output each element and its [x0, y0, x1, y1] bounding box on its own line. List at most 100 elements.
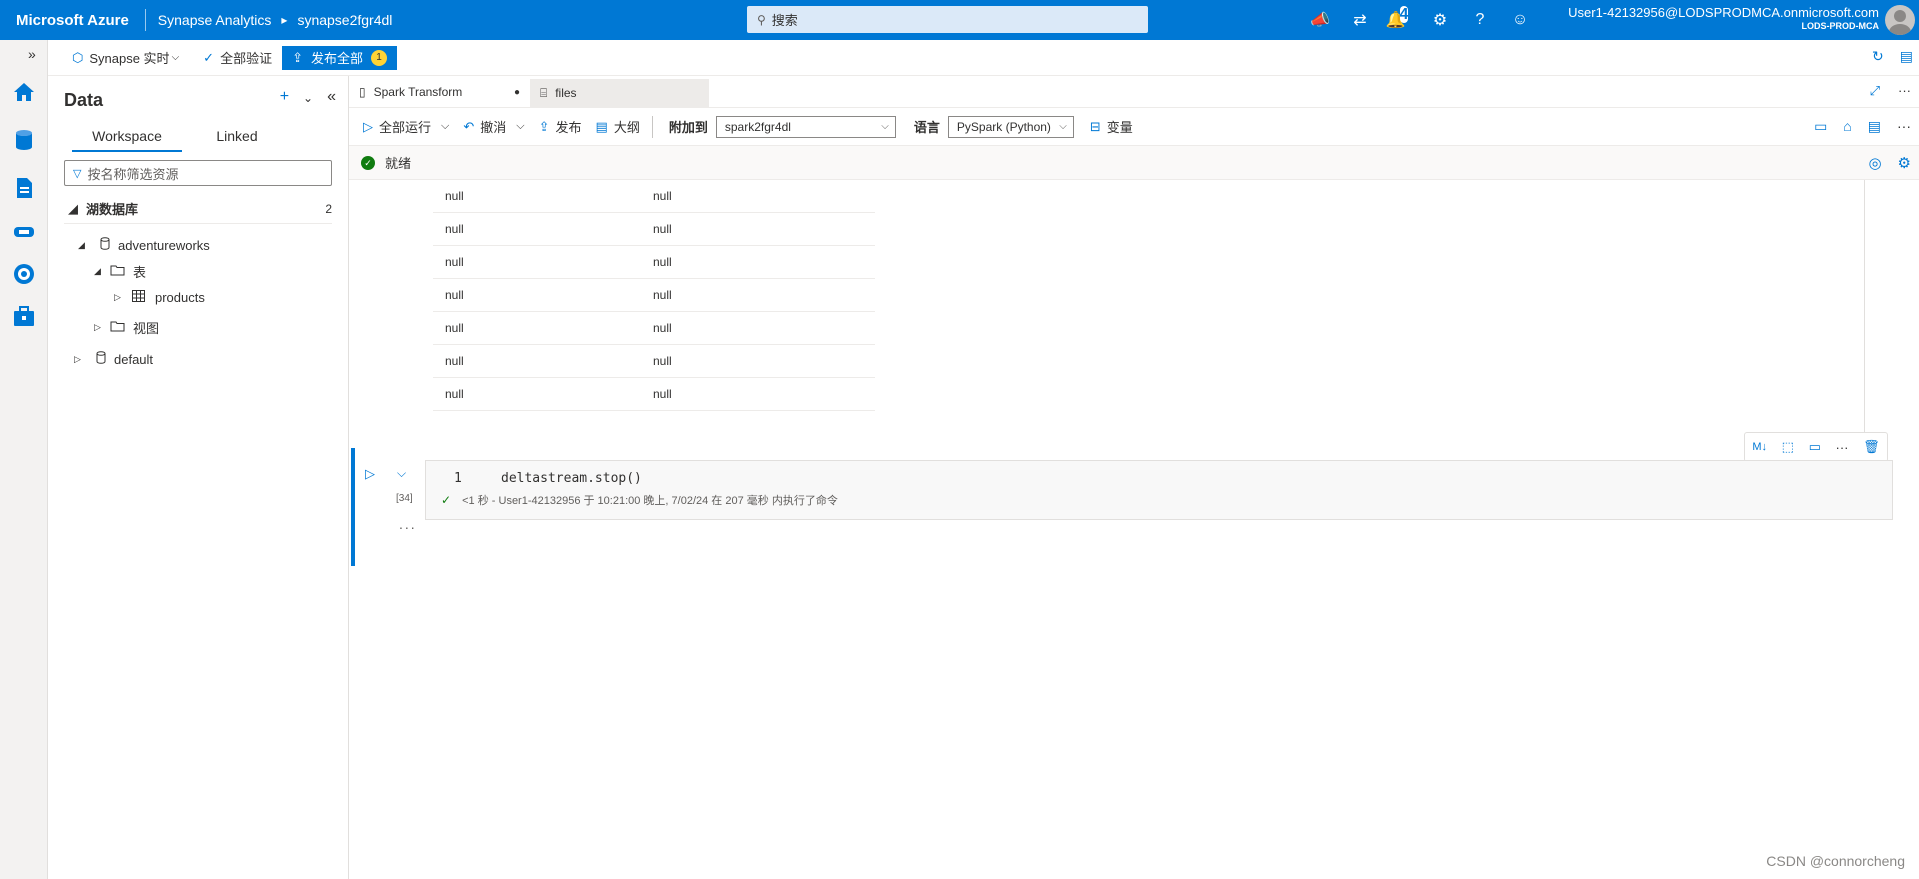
feedback-icon[interactable]: ☺: [1500, 11, 1540, 29]
manage-hub-icon[interactable]: [12, 304, 36, 328]
more-icon[interactable]: ···: [1898, 83, 1911, 99]
undo-label: 撤消: [480, 120, 507, 135]
notebook-toolbar: ▷ 全部运行 ⌵ ↶ 撤消 ⌵ ⇪ 发布 ▤ 大纲 附加到 spark2fgr4…: [349, 108, 1919, 146]
section-count: 2: [325, 201, 332, 216]
monitor-hub-icon[interactable]: [12, 262, 36, 286]
tab-files[interactable]: ⌸ files: [530, 79, 709, 107]
table-cell: null: [445, 321, 464, 335]
user-account[interactable]: User1-42132956@LODSPRODMCA.onmicrosoft.c…: [1568, 5, 1879, 31]
database-icon: [100, 237, 110, 253]
lake-database-section[interactable]: ◢ 湖数据库 2: [64, 194, 332, 224]
publish-button[interactable]: ⇪ 发布: [539, 117, 582, 136]
variables-button[interactable]: ⊟ 变量: [1090, 117, 1133, 136]
brand[interactable]: Microsoft Azure: [0, 12, 145, 29]
home-icon[interactable]: [12, 80, 36, 104]
directory-switch-icon[interactable]: ⇄: [1340, 10, 1380, 30]
properties-icon[interactable]: ▤: [1868, 118, 1881, 135]
expand-rail-icon[interactable]: »: [28, 46, 36, 62]
develop-hub-icon[interactable]: [12, 176, 36, 200]
search-input[interactable]: ⚲ 搜索: [747, 6, 1148, 33]
unsaved-dot-icon: ●: [513, 86, 520, 98]
tree-item-adventureworks[interactable]: ◢ adventureworks: [78, 232, 210, 258]
undo-options-chevron[interactable]: ⌵: [516, 120, 524, 133]
output-ellipsis[interactable]: ...: [399, 516, 417, 532]
bell-icon[interactable]: 🔔4: [1380, 6, 1420, 30]
validate-icon: ✓: [203, 49, 215, 65]
upload-icon: ⇪: [292, 49, 303, 65]
library-icon[interactable]: ⌂: [1843, 118, 1851, 135]
collapse-triangle-icon: ◢: [68, 200, 78, 216]
notification-badge: 4: [1399, 6, 1409, 23]
filter-input[interactable]: ▽ 按名称筛选资源: [64, 160, 332, 186]
collapse-triangle-icon: ◢: [94, 265, 101, 276]
tree-item-views[interactable]: ▷ 视图: [94, 314, 159, 340]
tree-label: adventureworks: [118, 237, 210, 253]
table-icon: [132, 289, 145, 305]
tree-item-tables[interactable]: ◢ 表: [94, 258, 146, 284]
gear-icon[interactable]: ⚙: [1420, 10, 1460, 30]
chevron-down-icon: ⌵: [516, 120, 525, 132]
language-select[interactable]: PySpark (Python) ⌵: [947, 115, 1074, 138]
clipboard-icon[interactable]: ▤: [1900, 48, 1913, 65]
comment-icon[interactable]: ▭: [1814, 118, 1827, 135]
tab-workspace[interactable]: Workspace: [72, 122, 182, 152]
publish-all-label: 发布全部: [310, 51, 363, 66]
tab-label: files: [555, 86, 577, 100]
table-cell: null: [653, 189, 672, 203]
megaphone-icon[interactable]: 📣: [1300, 10, 1340, 30]
chevron-down-icon: ⌵: [881, 121, 889, 132]
notebook-toolbar-right: ▭ ⌂ ▤ ···: [1814, 118, 1911, 135]
refresh-icon[interactable]: ↻: [1872, 48, 1884, 65]
filter-placeholder: 按名称筛选资源: [87, 166, 179, 182]
notebook-editor: ▯ Spark Transform ● ⌸ files ⤢ ··· ▷ 全部运行…: [349, 76, 1919, 879]
stop-session-icon[interactable]: ◎: [1868, 154, 1881, 172]
expand-triangle-icon: ▷: [74, 353, 81, 364]
divider: [651, 115, 653, 138]
code-text[interactable]: deltastream.stop(): [501, 471, 642, 486]
attach-to-select[interactable]: spark2fgr4dl ⌵: [715, 115, 896, 138]
code-editor[interactable]: 1 deltastream.stop(): [425, 460, 1893, 520]
outline-button[interactable]: ▤ 大纲: [596, 117, 640, 136]
tree-label: 表: [133, 264, 147, 280]
more-icon[interactable]: ···: [1897, 118, 1911, 135]
run-all-button[interactable]: ▷ 全部运行: [363, 117, 431, 136]
run-options-chevron[interactable]: ⌵: [441, 120, 449, 133]
collapse-panel-icon[interactable]: «: [327, 88, 336, 106]
table-cell: null: [445, 354, 464, 368]
table-row: null null: [433, 378, 875, 411]
gear-icon[interactable]: ⚙: [1898, 154, 1911, 172]
integrate-hub-icon[interactable]: [12, 220, 36, 244]
session-status: 就绪: [385, 156, 412, 171]
document-tabs-right: ⤢ ···: [1870, 83, 1911, 99]
data-hub-icon[interactable]: [12, 128, 36, 152]
add-icon[interactable]: +: [280, 88, 289, 106]
code-cell[interactable]: ▷ ⌵ 1 deltastream.stop() [34] ✓ <1 秒 - U…: [351, 448, 1917, 566]
undo-button[interactable]: ↶ 撤消: [463, 117, 506, 136]
execution-count: [34]: [396, 493, 413, 504]
tree-item-default[interactable]: ▷ default: [74, 346, 153, 372]
help-icon[interactable]: ?: [1460, 11, 1500, 29]
run-cell-icon[interactable]: ▷: [365, 466, 375, 482]
breadcrumb-service[interactable]: Synapse Analytics: [146, 12, 272, 28]
avatar[interactable]: [1885, 5, 1915, 35]
tree-label: default: [114, 351, 154, 367]
breadcrumb-workspace[interactable]: synapse2fgr4dl: [297, 12, 392, 28]
expand-all-icon[interactable]: ⌄: [303, 91, 313, 106]
synapse-live-dropdown[interactable]: ⬡ Synapse 实时 ⌵: [72, 48, 179, 67]
check-circle-icon: ✓: [361, 155, 375, 170]
table-cell: null: [445, 189, 464, 203]
script-icon: ⌸: [540, 85, 548, 100]
tree-item-products[interactable]: ▷ products: [114, 284, 205, 310]
section-label: 湖数据库: [86, 202, 139, 217]
table-cell: null: [445, 387, 464, 401]
maximize-icon[interactable]: ⤢: [1870, 83, 1880, 99]
validate-all-button[interactable]: ✓ 全部验证: [203, 48, 272, 67]
undo-icon: ↶: [463, 118, 475, 134]
chevron-down-icon[interactable]: ⌵: [397, 466, 406, 481]
filter-icon: ▽: [73, 167, 82, 180]
tab-linked[interactable]: Linked: [182, 122, 292, 152]
tab-spark-transform[interactable]: ▯ Spark Transform ●: [349, 79, 530, 107]
attach-to-value: spark2fgr4dl: [724, 119, 791, 134]
run-all-label: 全部运行: [379, 120, 432, 135]
publish-all-button[interactable]: ⇪ 发布全部 1: [282, 45, 397, 70]
